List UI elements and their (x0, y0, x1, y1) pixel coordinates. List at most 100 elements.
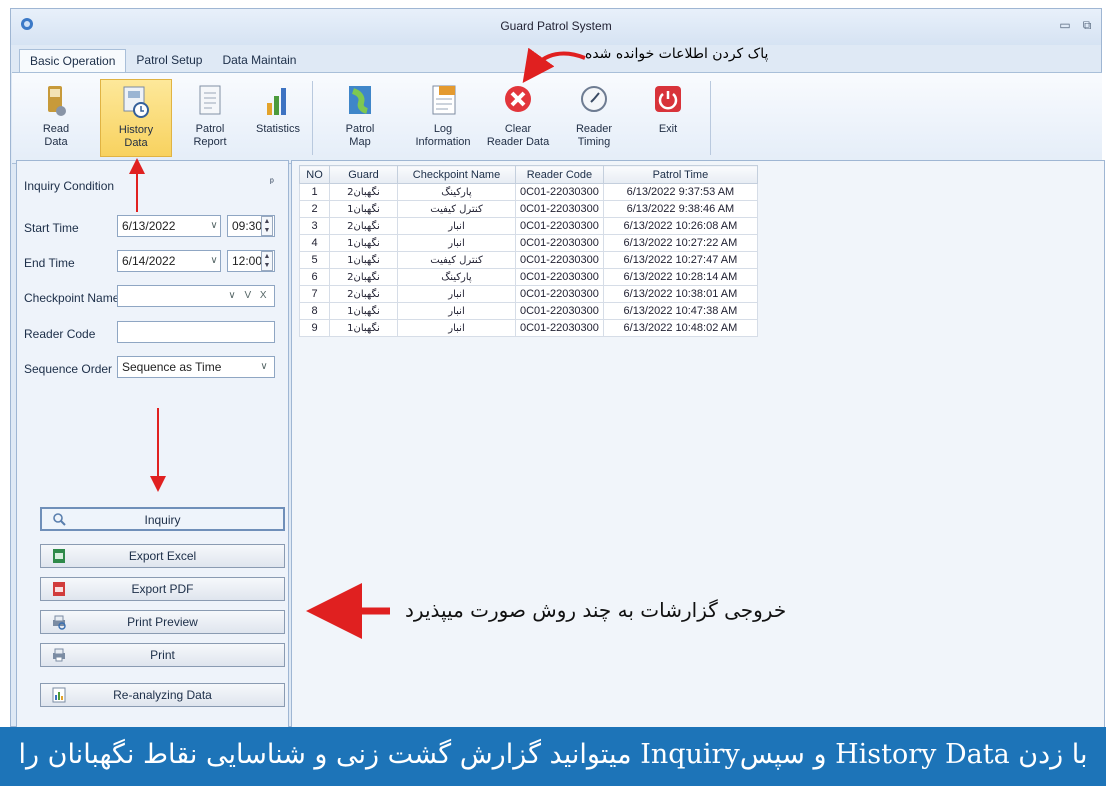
cell-reader-code: 0C01-22030300 (515, 234, 604, 252)
col-checkpoint-name[interactable]: Checkpoint Name (397, 165, 516, 184)
exit-button[interactable]: Exit (638, 79, 698, 157)
clear-reader-data-button[interactable]: Clear Reader Data (486, 79, 550, 157)
cell-no: 2 (299, 200, 330, 218)
cell-reader-code: 0C01-22030300 (515, 319, 604, 337)
cell-no: 6 (299, 268, 330, 286)
reader-timing-button[interactable]: Reader Timing (564, 79, 624, 157)
cell-guard: نگهبان2 (329, 285, 398, 303)
read-data-label: Read Data (42, 123, 70, 148)
ribbon-tabs: Basic Operation Patrol Setup Data Mainta… (19, 49, 306, 73)
sequence-order-label: Sequence Order (24, 362, 113, 376)
checkpoint-controls-icon[interactable]: ∨ V X (225, 285, 273, 307)
exit-label: Exit (658, 123, 678, 135)
cell-checkpoint-name: پارکینگ (397, 183, 516, 201)
tab-patrol-setup[interactable]: Patrol Setup (126, 49, 212, 73)
cell-guard: نگهبان1 (329, 200, 398, 218)
sequence-dropdown-icon[interactable]: ∨ (255, 356, 273, 378)
reader-code-input[interactable] (117, 321, 275, 343)
instruction-banner: با زدن History Data و سپسInquiry میتوانی… (0, 727, 1106, 786)
ribbon-separator (710, 81, 711, 155)
inquiry-title: Inquiry Condition (24, 179, 115, 193)
clear-icon (505, 86, 531, 112)
col-patrol-time[interactable]: Patrol Time (602, 165, 758, 184)
table-row[interactable]: 2 نگهبان1 کنترل کیفیت 0C01-22030300 6/13/202… (299, 200, 758, 218)
statistics-label: Statistics (255, 123, 300, 135)
results-panel: NO Guard Checkpoint Name Reader Code Pat… (291, 160, 1105, 728)
read-data-icon (48, 86, 66, 116)
cell-reader-code: 0C01-22030300 (515, 251, 604, 269)
col-guard[interactable]: Guard (329, 165, 398, 184)
table-row[interactable]: 3 نگهبان2 انبار 0C01-22030300 6/13/2022 10:2… (299, 217, 758, 235)
patrol-report-label: Patrol Report (193, 123, 227, 148)
statistics-icon (267, 88, 286, 115)
patrol-map-button[interactable]: Patrol Map (330, 79, 390, 157)
table-row[interactable]: 7 نگهبان2 انبار 0C01-22030300 6/13/2022 10:3… (299, 285, 758, 303)
table-row[interactable]: 1 نگهبان2 پارکینگ 0C01-22030300 6/13/2022 9:… (299, 183, 758, 201)
col-reader-code[interactable]: Reader Code (515, 165, 604, 184)
cell-guard: نگهبان1 (329, 234, 398, 252)
sequence-order-select[interactable]: Sequence as Time (117, 356, 275, 378)
cell-no: 8 (299, 302, 330, 320)
table-header-row: NO Guard Checkpoint Name Reader Code Pat… (299, 165, 758, 184)
inquiry-panel: Inquiry Condition ᵖ Start Time 6/13/2022… (16, 160, 289, 728)
inquiry-label: Inquiry (144, 513, 181, 527)
log-information-button[interactable]: Log Information (408, 79, 478, 157)
statistics-button[interactable]: Statistics (248, 79, 308, 157)
inquiry-button[interactable]: Inquiry (40, 507, 285, 531)
cell-checkpoint-name: انبار (397, 285, 516, 303)
cell-no: 3 (299, 217, 330, 235)
table-row[interactable]: 6 نگهبان2 پارکینگ 0C01-22030300 6/13/2022 10… (299, 268, 758, 286)
cell-guard: نگهبان2 (329, 183, 398, 201)
patrol-map-icon (349, 86, 371, 114)
history-data-button[interactable]: History Data (100, 79, 172, 157)
table-row[interactable]: 9 نگهبان1 انبار 0C01-22030300 6/13/2022 10:4… (299, 319, 758, 337)
results-table: NO Guard Checkpoint Name Reader Code Pat… (299, 165, 758, 337)
pin-icon[interactable]: ᵖ (270, 177, 274, 188)
cell-no: 4 (299, 234, 330, 252)
end-date-dropdown-icon[interactable]: ∨ (205, 250, 223, 272)
clear-reader-data-label: Clear Reader Data (486, 123, 550, 148)
cell-guard: نگهبان2 (329, 217, 398, 235)
cell-checkpoint-name: انبار (397, 302, 516, 320)
cell-guard: نگهبان1 (329, 319, 398, 337)
print-preview-button[interactable]: Print Preview (40, 610, 285, 634)
table-row[interactable]: 8 نگهبان1 انبار 0C01-22030300 6/13/2022 10:4… (299, 302, 758, 320)
ribbon: Read Data History Data Patrol Report Sta… (12, 72, 1102, 164)
patrol-map-label: Patrol Map (345, 123, 375, 148)
cell-guard: نگهبان1 (329, 302, 398, 320)
cell-patrol-time: 6/13/2022 9:37:53 AM (602, 183, 758, 201)
export-excel-label: Export Excel (128, 549, 197, 563)
cell-reader-code: 0C01-22030300 (515, 285, 604, 303)
cell-patrol-time: 6/13/2022 10:26:08 AM (602, 217, 758, 235)
cell-reader-code: 0C01-22030300 (515, 200, 604, 218)
cell-checkpoint-name: انبار (397, 319, 516, 337)
export-excel-button[interactable]: Export Excel (40, 544, 285, 568)
col-no[interactable]: NO (299, 165, 330, 184)
reanalyzing-data-button[interactable]: Re-analyzing Data (40, 683, 285, 707)
cell-reader-code: 0C01-22030300 (515, 302, 604, 320)
table-row[interactable]: 5 نگهبان1 کنترل کیفیت 0C01-22030300 6/13/202… (299, 251, 758, 269)
end-clock-spinner[interactable]: ▲ ▼ (261, 251, 273, 271)
log-information-label: Log Information (415, 123, 471, 148)
reader-timing-label: Reader Timing (575, 123, 613, 148)
start-clock-spinner[interactable]: ▲ ▼ (261, 216, 273, 236)
log-information-icon (432, 85, 456, 115)
restore-icon[interactable]: ⧉ (1079, 17, 1095, 33)
export-annotation: خروجی گزارشات به چند روش صورت میپذیرد (405, 598, 787, 622)
print-button[interactable]: Print (40, 643, 285, 667)
tab-basic-operation[interactable]: Basic Operation (19, 49, 127, 73)
tab-data-maintain[interactable]: Data Maintain (212, 49, 306, 73)
table-row[interactable]: 4 نگهبان1 انبار 0C01-22030300 6/13/2022 10:2… (299, 234, 758, 252)
start-date-dropdown-icon[interactable]: ∨ (205, 215, 223, 237)
read-data-button[interactable]: Read Data (26, 79, 86, 157)
clear-annotation: پاک کردن اطلاعات خوانده شده (585, 46, 769, 62)
cell-checkpoint-name: پارکینگ (397, 268, 516, 286)
table-body: 1 نگهبان2 پارکینگ 0C01-22030300 6/13/2022 9:… (299, 183, 758, 337)
cell-patrol-time: 6/13/2022 10:27:47 AM (602, 251, 758, 269)
export-pdf-button[interactable]: Export PDF (40, 577, 285, 601)
history-data-label: History Data (118, 124, 154, 149)
printer-icon (53, 648, 65, 662)
patrol-report-button[interactable]: Patrol Report (180, 79, 240, 157)
minimize-icon[interactable]: ▭ (1057, 17, 1073, 33)
cell-patrol-time: 6/13/2022 10:38:01 AM (602, 285, 758, 303)
